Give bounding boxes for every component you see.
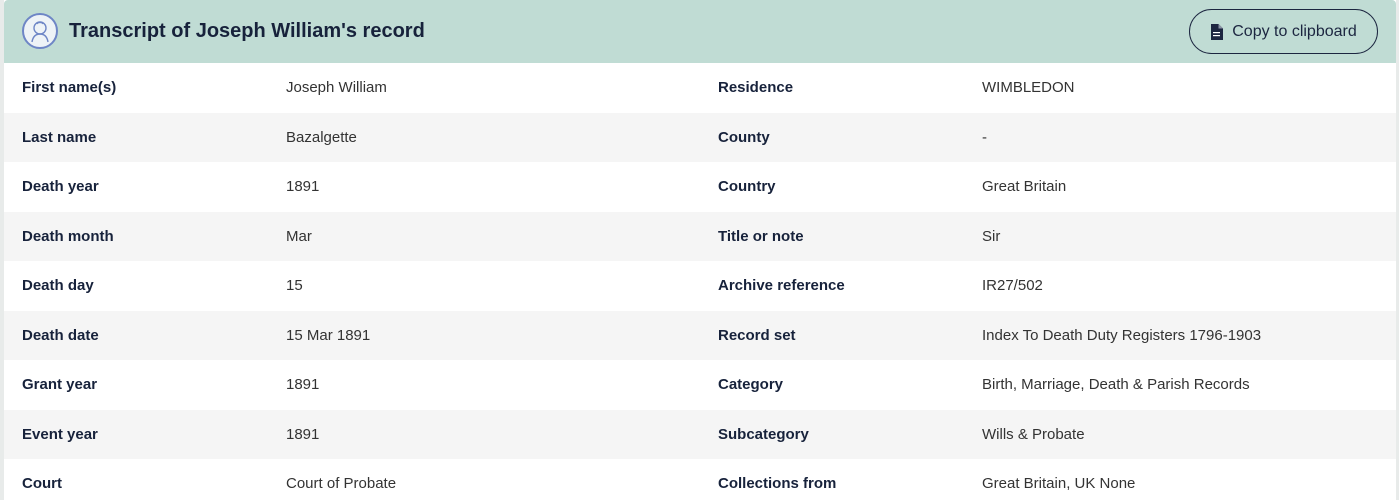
table-row: First name(s) Joseph William Residence W… xyxy=(4,63,1396,113)
table-row: Last name Bazalgette County - xyxy=(4,112,1396,162)
field-value: Joseph William xyxy=(286,79,387,96)
field-value: 15 Mar 1891 xyxy=(286,326,371,344)
field-value: Birth, Marriage, Death & Parish Records xyxy=(982,376,1250,393)
field-value: Wills & Probate xyxy=(982,425,1085,443)
field-label: Death month xyxy=(22,227,114,245)
field-label: Death year xyxy=(22,178,99,195)
field-label: Last name xyxy=(22,128,97,146)
field-value: Court of Probate xyxy=(286,475,397,492)
person-portrait-icon xyxy=(22,13,58,49)
table-row: Death year 1891 Country Great Britain xyxy=(4,162,1396,212)
field-label: Court xyxy=(22,475,62,492)
field-value: Bazalgette xyxy=(286,128,357,146)
field-label: Event year xyxy=(22,425,98,443)
table-row: Court Court of Probate Collections from … xyxy=(4,459,1396,500)
field-label: Archive reference xyxy=(718,277,845,294)
copy-button-label: Copy to clipboard xyxy=(1232,22,1357,40)
field-value: - xyxy=(982,128,987,146)
document-icon xyxy=(1210,23,1224,40)
field-label: Death date xyxy=(22,326,99,344)
field-label: Grant year xyxy=(22,376,98,393)
page-title: Transcript of Joseph William's record xyxy=(69,20,425,42)
field-label: Subcategory xyxy=(718,425,809,443)
field-label: Title or note xyxy=(718,227,804,245)
field-value: Great Britain xyxy=(982,178,1067,195)
field-label: Death day xyxy=(22,277,94,294)
field-label: County xyxy=(718,128,770,146)
field-value: 1891 xyxy=(286,178,320,195)
transcript-card: Transcript of Joseph William's record Co… xyxy=(4,0,1396,500)
field-value: 15 xyxy=(286,277,303,294)
table-row: Death month Mar Title or note Sir xyxy=(4,211,1396,261)
field-value: Mar xyxy=(286,227,312,245)
field-label: Collections from xyxy=(718,475,837,492)
field-label: Record set xyxy=(718,326,796,344)
field-label: Country xyxy=(718,178,776,195)
table-row: Grant year 1891 Category Birth, Marriage… xyxy=(4,360,1396,410)
record-table: First name(s) Joseph William Residence W… xyxy=(4,63,1396,500)
field-value: WIMBLEDON xyxy=(982,79,1075,96)
field-value: 1891 xyxy=(286,425,320,443)
field-value: Sir xyxy=(982,227,1001,245)
field-value: 1891 xyxy=(286,376,320,393)
field-value: Great Britain, UK None xyxy=(982,475,1136,492)
field-label: Residence xyxy=(718,79,794,96)
table-row: Event year 1891 Subcategory Wills & Prob… xyxy=(4,409,1396,459)
copy-to-clipboard-button[interactable]: Copy to clipboard xyxy=(1189,9,1378,54)
field-label: First name(s) xyxy=(22,79,117,96)
field-value: IR27/502 xyxy=(982,277,1043,294)
table-row: Death day 15 Archive reference IR27/502 xyxy=(4,261,1396,311)
field-value: Index To Death Duty Registers 1796-1903 xyxy=(982,326,1262,344)
transcript-header: Transcript of Joseph William's record Co… xyxy=(4,0,1396,63)
table-row: Death date 15 Mar 1891 Record set Index … xyxy=(4,310,1396,360)
field-label: Category xyxy=(718,376,784,393)
